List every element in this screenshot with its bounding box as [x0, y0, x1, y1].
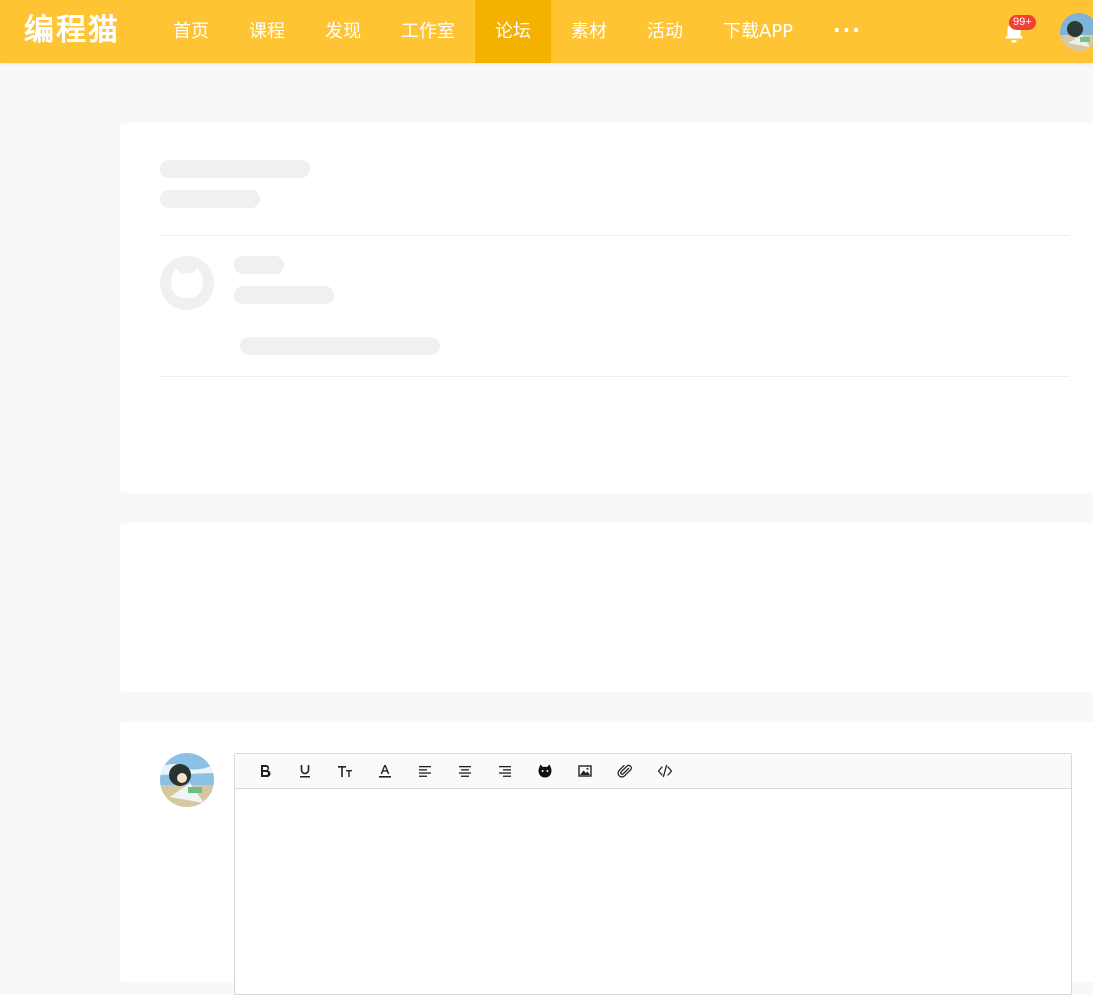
- editor-toolbar: [235, 754, 1071, 789]
- bold-button[interactable]: [245, 754, 285, 788]
- notification-badge: 99+: [1009, 15, 1036, 30]
- avatar-image: [1060, 13, 1093, 51]
- align-center-icon: [459, 766, 471, 777]
- align-left-icon: [419, 766, 431, 777]
- current-user-avatar: [160, 753, 214, 807]
- paperclip-icon: [617, 764, 632, 778]
- nav-more-button[interactable]: ···: [813, 0, 882, 63]
- code-icon: [657, 764, 673, 778]
- nav-item-events[interactable]: 活动: [627, 0, 703, 63]
- nav-item-home[interactable]: 首页: [153, 0, 229, 63]
- user-avatar[interactable]: [1060, 13, 1093, 51]
- post-body-skeleton: [240, 337, 440, 355]
- align-right-button[interactable]: [485, 754, 525, 788]
- title-skeleton-line: [160, 160, 310, 178]
- reply-editor-card: [120, 722, 1093, 995]
- font-color-button[interactable]: [365, 754, 405, 788]
- attachment-button[interactable]: [605, 754, 645, 788]
- nav-item-discover[interactable]: 发现: [305, 0, 381, 63]
- align-center-button[interactable]: [445, 754, 485, 788]
- image-icon: [578, 765, 592, 777]
- font-size-icon: [338, 766, 352, 777]
- top-navigation-bar: 编程猫 首页 课程 发现 工作室 论坛 素材 活动 下载APP ··· 99+: [0, 0, 1093, 63]
- rich-text-editor: [234, 753, 1072, 995]
- font-color-icon: [379, 765, 391, 778]
- underline-icon: [300, 765, 310, 778]
- nav-item-studio[interactable]: 工作室: [381, 0, 475, 63]
- replies-card: [120, 523, 1093, 692]
- logo[interactable]: 编程猫: [24, 10, 120, 52]
- insert-image-button[interactable]: [565, 754, 605, 788]
- nav-item-materials[interactable]: 素材: [551, 0, 627, 63]
- nav-item-forum[interactable]: 论坛: [475, 0, 551, 63]
- main-nav: 首页 课程 发现 工作室 论坛 素材 活动 下载APP ···: [153, 0, 882, 63]
- reply-text-area[interactable]: [235, 789, 1071, 994]
- underline-button[interactable]: [285, 754, 325, 788]
- nav-item-download-app[interactable]: 下载APP: [703, 0, 813, 63]
- avatar-image: [160, 753, 214, 807]
- cat-placeholder-icon: [171, 268, 203, 298]
- bold-icon: [261, 765, 271, 778]
- align-right-icon: [499, 766, 511, 777]
- author-avatar-placeholder: [160, 256, 214, 310]
- code-button[interactable]: [645, 754, 685, 788]
- author-name-skeleton: [234, 256, 284, 274]
- cat-emoji-icon: [538, 764, 552, 778]
- divider: [160, 235, 1070, 236]
- post-meta-skeleton: [234, 286, 334, 304]
- post-card-skeleton: [120, 123, 1093, 493]
- subtitle-skeleton-line: [160, 190, 260, 208]
- font-size-button[interactable]: [325, 754, 365, 788]
- align-left-button[interactable]: [405, 754, 445, 788]
- nav-item-courses[interactable]: 课程: [229, 0, 305, 63]
- emoji-button[interactable]: [525, 754, 565, 788]
- divider: [160, 376, 1070, 377]
